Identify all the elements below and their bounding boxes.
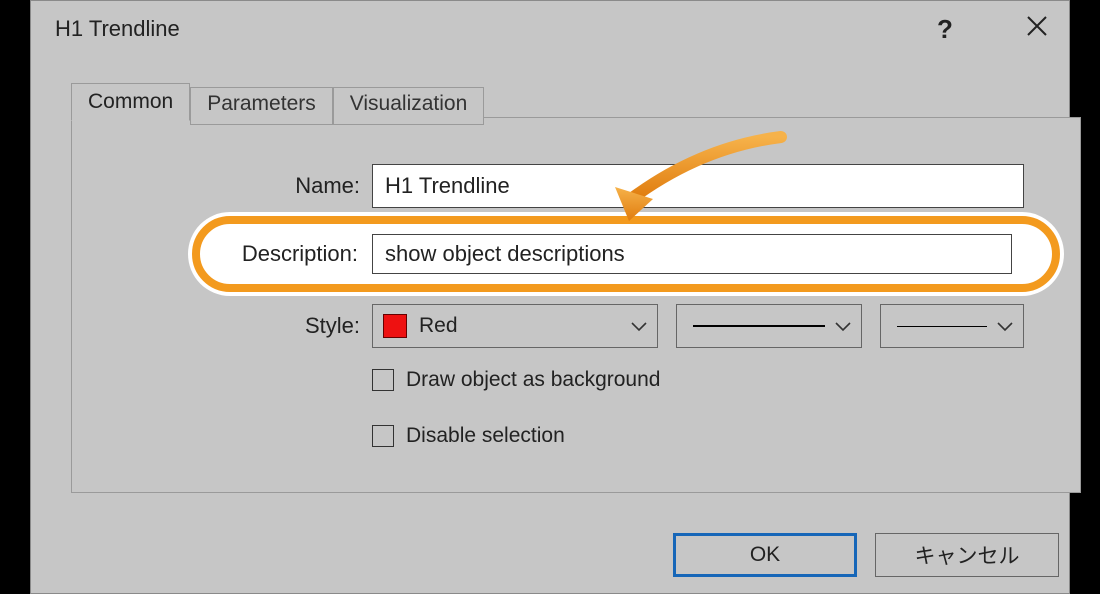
line-weight-combo[interactable]	[880, 304, 1024, 348]
tab-visualization[interactable]: Visualization	[333, 87, 485, 125]
draw-bg-label: Draw object as background	[406, 368, 660, 392]
description-label: Description:	[200, 241, 368, 267]
disable-selection-checkbox[interactable]	[372, 425, 394, 447]
name-label: Name:	[72, 173, 372, 199]
dialog-title: H1 Trendline	[31, 16, 913, 42]
row-draw-bg: Draw object as background	[72, 368, 1080, 392]
line-sample	[693, 325, 825, 327]
tab-common[interactable]: Common	[71, 83, 190, 121]
chevron-down-icon	[997, 314, 1013, 338]
name-input[interactable]: H1 Trendline	[372, 164, 1024, 208]
draw-bg-checkbox[interactable]	[372, 369, 394, 391]
row-style: Style: Red	[72, 304, 1080, 348]
line-style-combo[interactable]	[676, 304, 862, 348]
row-disable-selection: Disable selection	[72, 424, 1080, 448]
row-name: Name: H1 Trendline	[72, 164, 1080, 208]
color-swatch	[383, 314, 407, 338]
description-input[interactable]: show object descriptions	[372, 234, 1012, 274]
dialog-window: H1 Trendline ? Common Parameters Visuali…	[30, 0, 1070, 594]
color-name: Red	[419, 314, 458, 338]
description-highlight: Description: show object descriptions	[192, 216, 1060, 292]
color-combo[interactable]: Red	[372, 304, 658, 348]
help-button[interactable]: ?	[913, 1, 977, 57]
titlebar: H1 Trendline ?	[31, 1, 1069, 57]
close-button[interactable]	[1005, 1, 1069, 57]
disable-selection-label: Disable selection	[406, 424, 565, 448]
weight-sample	[897, 326, 987, 327]
close-icon	[1026, 15, 1048, 44]
tab-parameters[interactable]: Parameters	[190, 87, 333, 125]
style-label: Style:	[72, 313, 372, 339]
tab-bar: Common Parameters Visualization	[71, 83, 484, 121]
cancel-button[interactable]: キャンセル	[875, 533, 1059, 577]
chevron-down-icon	[631, 314, 647, 338]
dialog-buttons: OK キャンセル	[673, 533, 1059, 577]
chevron-down-icon	[835, 314, 851, 338]
ok-button[interactable]: OK	[673, 533, 857, 577]
common-panel: Name: H1 Trendline Description: show obj…	[71, 117, 1081, 493]
